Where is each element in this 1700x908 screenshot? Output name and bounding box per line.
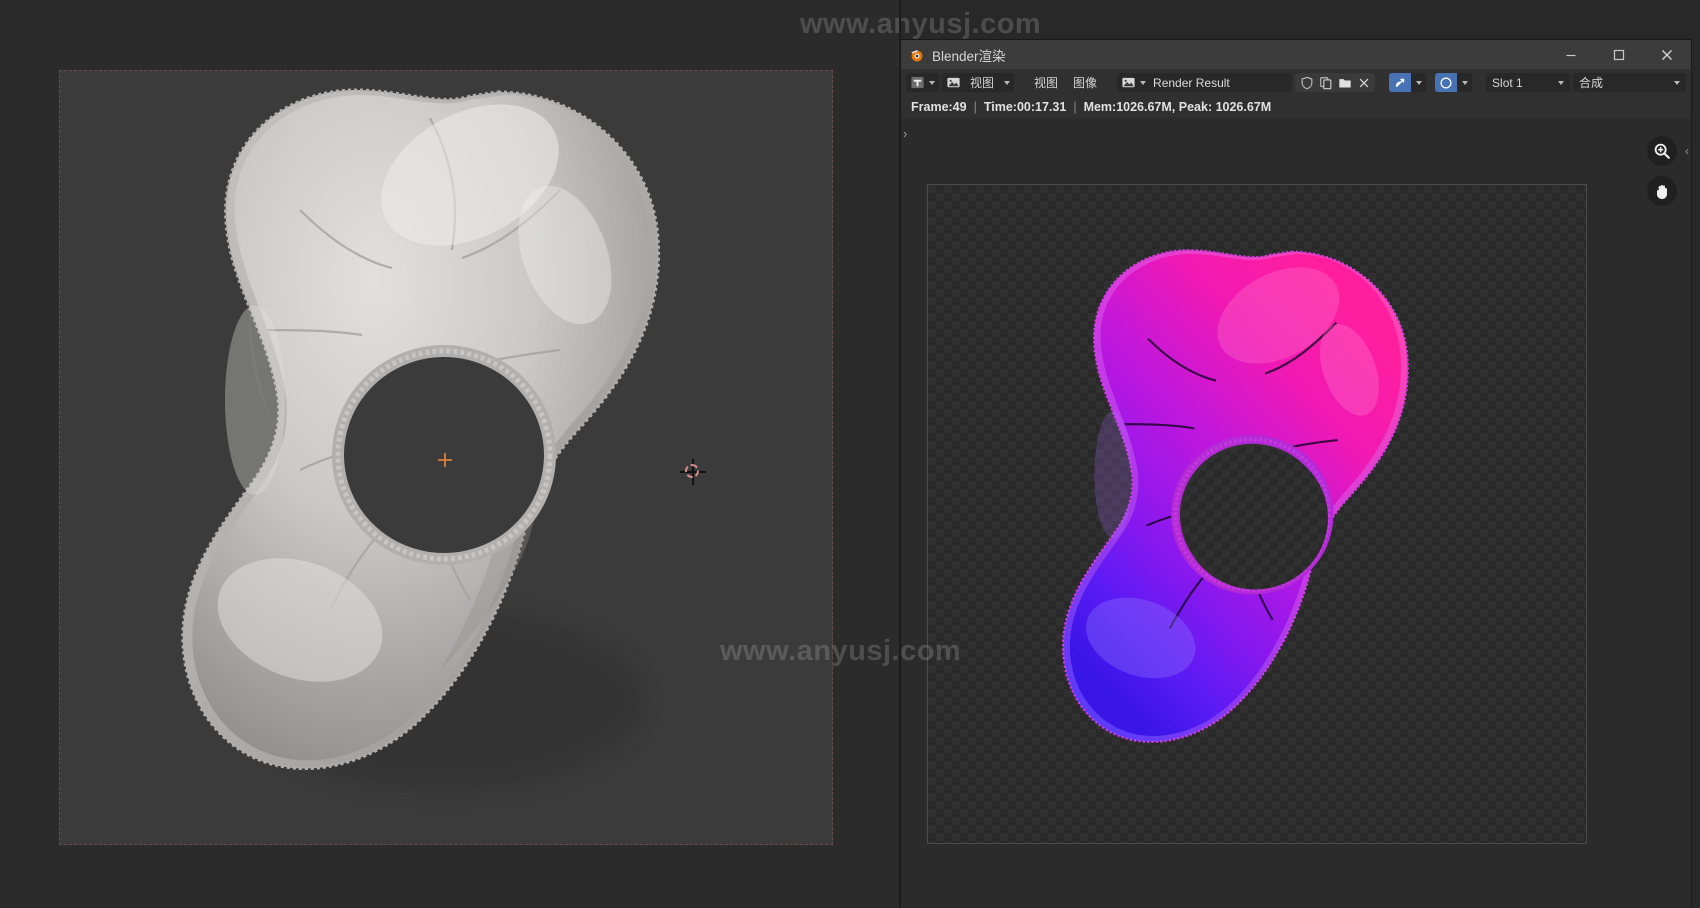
screen-root: www.anyusj.com www.anyusj.com Blender渲染 — [0, 0, 1700, 908]
render-alpha-hole — [1182, 446, 1328, 590]
chevron-down-icon — [929, 80, 935, 85]
blender-icon — [911, 49, 923, 61]
image-editor-header: 视图 视图 图像 Render Result Slot 1 合成 — [901, 69, 1691, 96]
image-icon — [947, 77, 960, 88]
zoom-in-icon — [1654, 143, 1670, 159]
color-management-group[interactable] — [1435, 73, 1473, 92]
copy-icon — [1319, 76, 1331, 89]
chevron-down-icon — [1674, 80, 1680, 85]
color-management-toggle[interactable] — [1435, 73, 1458, 92]
status-time: Time:00:17.31 — [983, 100, 1067, 114]
chevron-down-icon — [1558, 80, 1565, 85]
menu-view[interactable]: 视图 — [1028, 74, 1064, 91]
window-controls — [1547, 40, 1691, 69]
image-datablock-name: Render Result — [1153, 75, 1230, 90]
menu-image[interactable]: 图像 — [1067, 74, 1103, 91]
image-editor-mode-label: 视图 — [970, 76, 995, 90]
image-editor-icon — [911, 76, 924, 89]
status-separator-1: | — [973, 100, 977, 114]
status-memory: Mem:1026.67M, Peak: 1026.67M — [1083, 100, 1272, 114]
status-frame: Frame:49 — [911, 100, 967, 114]
render-slot-select[interactable]: Slot 1 — [1486, 73, 1571, 92]
image-editor-canvas[interactable]: › ‹ — [901, 118, 1691, 908]
chevron-down-icon — [1416, 80, 1423, 85]
color-management-dropdown[interactable] — [1457, 73, 1473, 92]
editor-type-button[interactable] — [906, 73, 939, 92]
open-image-button[interactable] — [1335, 73, 1354, 92]
minimize-button[interactable] — [1547, 40, 1595, 69]
sidebar-toggle-right[interactable]: ‹ — [1685, 144, 1689, 158]
hand-pan-icon — [1656, 184, 1667, 199]
status-separator-2: | — [1073, 100, 1077, 114]
render-result-image[interactable] — [927, 184, 1587, 844]
image-datablock-selector[interactable]: Render Result — [1117, 73, 1293, 92]
new-image-button[interactable] — [1316, 73, 1335, 92]
render-pass-toggle[interactable] — [1389, 73, 1412, 92]
unlink-image-button[interactable] — [1354, 73, 1373, 92]
shield-icon — [1301, 76, 1312, 89]
close-button[interactable] — [1643, 40, 1691, 69]
3d-cursor-icon — [680, 459, 706, 485]
view-layer-label: 合成 — [1579, 76, 1604, 90]
3d-viewport[interactable]: www.anyusj.com — [0, 0, 1041, 908]
fake-user-button[interactable] — [1297, 73, 1316, 92]
color-management-icon — [1440, 76, 1452, 89]
display-channels-group[interactable] — [1389, 73, 1427, 92]
window-titlebar[interactable]: Blender渲染 — [901, 40, 1691, 69]
datablock-actions — [1295, 73, 1376, 92]
view-layer-select[interactable]: 合成 — [1573, 73, 1686, 92]
render-status-bar: Frame:49 | Time:00:17.31 | Mem:1026.67M,… — [901, 96, 1691, 118]
window-title: Blender渲染 — [932, 48, 1006, 64]
blender-render-window: Blender渲染 视图 视图 图像 Render Result Slot 1 … — [901, 40, 1691, 908]
chevron-down-icon — [1140, 80, 1147, 85]
pan-tool-button[interactable] — [1647, 176, 1677, 206]
render-slot-label: Slot 1 — [1492, 75, 1523, 90]
close-icon — [1359, 78, 1368, 87]
zoom-tool-button[interactable] — [1647, 136, 1677, 166]
chevron-down-icon — [1462, 80, 1469, 85]
viewport-model — [181, 88, 661, 790]
folder-icon — [1338, 78, 1351, 87]
sidebar-toggle-left[interactable]: › — [903, 126, 907, 141]
maximize-button[interactable] — [1595, 40, 1643, 69]
render-pass-dropdown[interactable] — [1411, 73, 1427, 92]
render-pass-icon — [1395, 78, 1405, 87]
image-editor-mode-button[interactable]: 视图 — [942, 73, 1015, 92]
chevron-down-icon — [1004, 80, 1011, 85]
image-browse-icon — [1122, 77, 1135, 88]
